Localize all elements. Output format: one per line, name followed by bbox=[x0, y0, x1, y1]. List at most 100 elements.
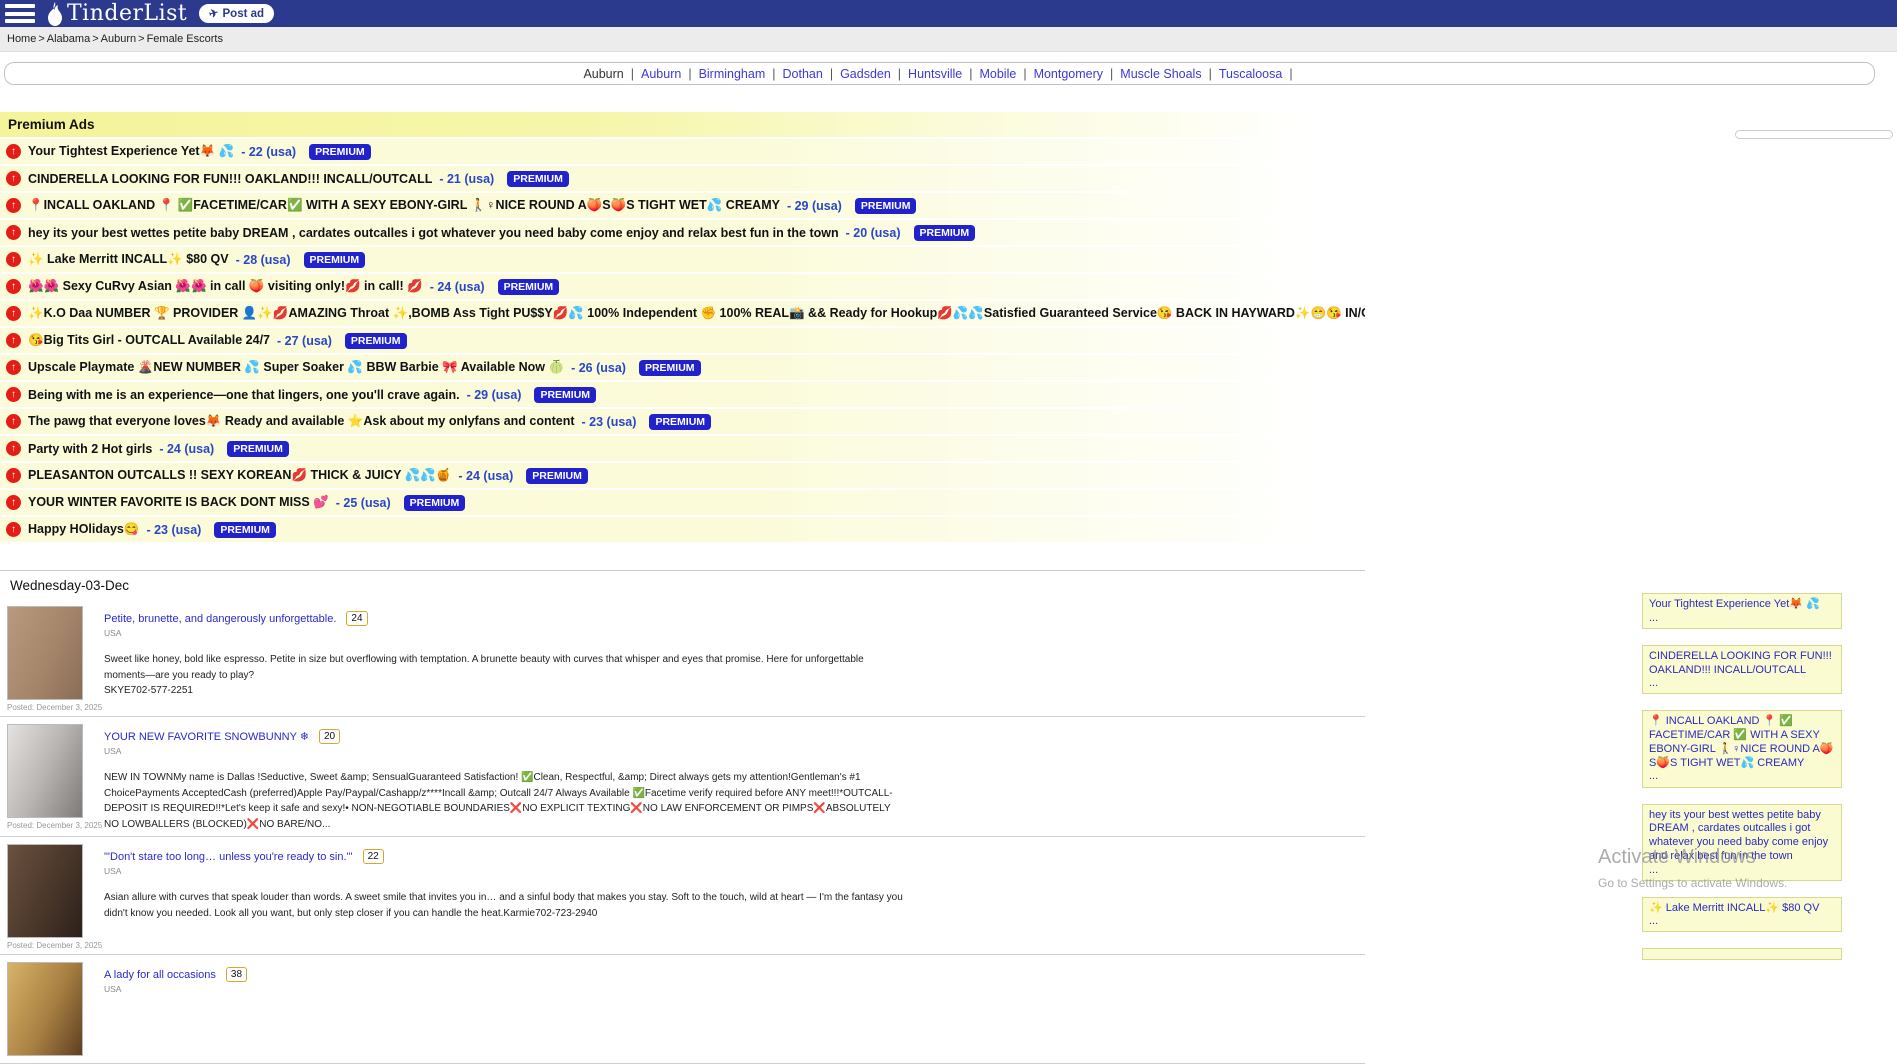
premium-ad-title[interactable]: Happy HOlidays😋 bbox=[28, 522, 139, 537]
premium-ad-row[interactable]: ↑ PLEASANTON OUTCALLS !! SEXY KOREAN💋 TH… bbox=[0, 463, 1365, 488]
breadcrumb: Home > Alabama > Auburn > Female Escorts bbox=[0, 27, 1897, 52]
premium-ad-title[interactable]: 😘Big Tits Girl - OUTCALL Available 24/7 bbox=[28, 333, 270, 348]
premium-ad-title[interactable]: Upscale Playmate 🌋NEW NUMBER 💦 Super Soa… bbox=[28, 360, 564, 375]
sidebar-premium-box[interactable] bbox=[1642, 948, 1842, 960]
listing-title-link[interactable]: YOUR NEW FAVORITE SNOWBUNNY ❄ bbox=[104, 730, 309, 743]
city-link-montgomery[interactable]: Montgomery bbox=[1034, 67, 1103, 81]
premium-ad-row[interactable]: ↑ The pawg that everyone loves🦊 Ready an… bbox=[0, 409, 1365, 434]
premium-ad-meta: - 20 (usa) bbox=[846, 226, 901, 240]
top-navigation-bar: TinderList ✈ Post ad bbox=[0, 0, 1897, 27]
premium-ad-title[interactable]: CINDERELLA LOOKING FOR FUN!!! OAKLAND!!!… bbox=[28, 172, 432, 186]
breadcrumb-city[interactable]: Auburn bbox=[101, 33, 136, 45]
bump-up-icon: ↑ bbox=[6, 414, 21, 429]
city-link-auburn-current[interactable]: Auburn bbox=[583, 67, 623, 81]
premium-ad-row[interactable]: ↑ CINDERELLA LOOKING FOR FUN!!! OAKLAND!… bbox=[0, 166, 1365, 191]
city-separator: | bbox=[1023, 67, 1026, 81]
sidebar-premium-box[interactable]: 📍 INCALL OAKLAND 📍 ✅ FACETIME/CAR ✅ WITH… bbox=[1642, 710, 1842, 787]
premium-ad-meta: - 25 (usa) bbox=[336, 496, 391, 510]
premium-ad-row[interactable]: ↑ 😘Big Tits Girl - OUTCALL Available 24/… bbox=[0, 328, 1365, 353]
listing-thumbnail[interactable] bbox=[7, 724, 83, 818]
premium-badge: PREMIUM bbox=[507, 171, 569, 187]
post-ad-button[interactable]: ✈ Post ad bbox=[199, 4, 274, 23]
horizontal-scrollbar[interactable] bbox=[1735, 130, 1893, 139]
premium-ad-row[interactable]: ↑ Being with me is an experience—one tha… bbox=[0, 382, 1365, 407]
city-navigation-box: Auburn | Auburn | Birmingham | Dothan | … bbox=[4, 62, 1875, 85]
city-link-birmingham[interactable]: Birmingham bbox=[699, 67, 766, 81]
premium-badge: PREMIUM bbox=[498, 279, 560, 295]
sidebar-ad-link[interactable]: Your Tightest Experience Yet🦊 💦 bbox=[1649, 598, 1835, 612]
premium-ad-row[interactable]: ↑ Party with 2 Hot girls - 24 (usa) PREM… bbox=[0, 436, 1365, 461]
bump-up-icon: ↑ bbox=[6, 495, 21, 510]
sidebar-ad-link[interactable]: 📍 INCALL OAKLAND 📍 ✅ FACETIME/CAR ✅ WITH… bbox=[1649, 715, 1835, 770]
breadcrumb-state[interactable]: Alabama bbox=[47, 33, 90, 45]
premium-ad-row[interactable]: ↑ Your Tightest Experience Yet🦊 💦 - 22 (… bbox=[0, 139, 1365, 164]
premium-ad-title[interactable]: Being with me is an experience—one that … bbox=[28, 388, 460, 402]
premium-badge: PREMIUM bbox=[855, 198, 917, 214]
date-header: Wednesday-03-Dec bbox=[0, 570, 1365, 599]
sidebar-premium-box[interactable]: hey its your best wettes petite baby DRE… bbox=[1642, 804, 1842, 881]
breadcrumb-home[interactable]: Home bbox=[7, 33, 36, 45]
premium-ad-row[interactable]: ↑ YOUR WINTER FAVORITE IS BACK DONT MISS… bbox=[0, 490, 1365, 515]
premium-ad-title[interactable]: ✨ Lake Merritt INCALL✨ $80 QV bbox=[28, 252, 229, 267]
sidebar-premium-box[interactable]: CINDERELLA LOOKING FOR FUN!!! OAKLAND!!!… bbox=[1642, 645, 1842, 695]
city-link-dothan[interactable]: Dothan bbox=[783, 67, 823, 81]
premium-ad-title[interactable]: Party with 2 Hot girls bbox=[28, 442, 152, 456]
listing-thumbnail[interactable] bbox=[7, 606, 83, 700]
listing-thumbnail[interactable] bbox=[7, 844, 83, 938]
city-link-mobile[interactable]: Mobile bbox=[979, 67, 1016, 81]
sidebar-ad-link[interactable]: ✨ Lake Merritt INCALL✨ $80 QV bbox=[1649, 902, 1835, 916]
sidebar-ad-link[interactable]: CINDERELLA LOOKING FOR FUN!!! OAKLAND!!!… bbox=[1649, 650, 1835, 678]
age-badge: 24 bbox=[346, 611, 367, 626]
premium-ad-meta: - 21 (usa) bbox=[439, 172, 494, 186]
premium-ad-meta: - 28 (usa) bbox=[236, 253, 291, 267]
breadcrumb-category[interactable]: Female Escorts bbox=[147, 33, 223, 45]
bump-up-icon: ↑ bbox=[6, 522, 21, 537]
age-badge: 20 bbox=[319, 729, 340, 744]
sidebar-ad-ellipsis: ... bbox=[1649, 770, 1835, 782]
bump-up-icon: ↑ bbox=[6, 144, 21, 159]
listing-title-link[interactable]: "'Don't stare too long… unless you're re… bbox=[104, 851, 353, 863]
premium-badge: PREMIUM bbox=[404, 495, 466, 511]
bump-up-icon: ↑ bbox=[6, 441, 21, 456]
daily-listings-section: Wednesday-03-Dec Posted: December 3, 202… bbox=[0, 570, 1365, 1064]
listing-description: Asian allure with curves that speak loud… bbox=[104, 890, 904, 921]
premium-ad-row[interactable]: ↑ ✨K.O Daa NUMBER 🏆 PROVIDER 👤✨💋AMAZING … bbox=[0, 301, 1365, 326]
sidebar-premium-box[interactable]: Your Tightest Experience Yet🦊 💦 ... bbox=[1642, 593, 1842, 629]
premium-ad-title[interactable]: PLEASANTON OUTCALLS !! SEXY KOREAN💋 THIC… bbox=[28, 468, 451, 483]
premium-ad-row[interactable]: ↑ hey its your best wettes petite baby D… bbox=[0, 220, 1365, 245]
bump-up-icon: ↑ bbox=[6, 387, 21, 402]
brand-logo[interactable]: TinderList bbox=[45, 0, 187, 27]
premium-ad-meta: - 24 (usa) bbox=[430, 280, 485, 294]
city-link-muscle-shoals[interactable]: Muscle Shoals bbox=[1120, 67, 1201, 81]
city-link-auburn[interactable]: Auburn bbox=[641, 67, 681, 81]
city-link-huntsville[interactable]: Huntsville bbox=[908, 67, 962, 81]
city-link-gadsden[interactable]: Gadsden bbox=[840, 67, 891, 81]
premium-ad-row[interactable]: ↑ Happy HOlidays😋 - 23 (usa) PREMIUM bbox=[0, 517, 1365, 542]
premium-ad-title[interactable]: YOUR WINTER FAVORITE IS BACK DONT MISS 💕 bbox=[28, 495, 329, 510]
age-badge: 22 bbox=[363, 849, 384, 864]
premium-ad-row[interactable]: ↑ ✨ Lake Merritt INCALL✨ $80 QV - 28 (us… bbox=[0, 247, 1365, 272]
sidebar-premium-box[interactable]: ✨ Lake Merritt INCALL✨ $80 QV ... bbox=[1642, 897, 1842, 933]
premium-ad-title[interactable]: Your Tightest Experience Yet🦊 💦 bbox=[28, 144, 234, 159]
premium-ad-title[interactable]: hey its your best wettes petite baby DRE… bbox=[28, 226, 839, 240]
premium-ad-meta: - 23 (usa) bbox=[582, 415, 637, 429]
premium-ad-meta: - 29 (usa) bbox=[787, 199, 842, 213]
listing-title-link[interactable]: A lady for all occasions bbox=[104, 969, 216, 981]
bump-up-icon: ↑ bbox=[6, 171, 21, 186]
premium-ad-title[interactable]: 📍INCALL OAKLAND 📍 ✅FACETIME/CAR✅ WITH A … bbox=[28, 198, 780, 213]
bump-up-icon: ↑ bbox=[6, 252, 21, 267]
sidebar-ad-link[interactable]: hey its your best wettes petite baby DRE… bbox=[1649, 809, 1835, 864]
premium-ad-row[interactable]: ↑ 📍INCALL OAKLAND 📍 ✅FACETIME/CAR✅ WITH … bbox=[0, 193, 1365, 218]
bump-up-icon: ↑ bbox=[6, 198, 21, 213]
premium-ad-row[interactable]: ↑ 🌺🌺 Sexy CuRvy Asian 🌺🌺 in call 🍑 visit… bbox=[0, 274, 1365, 299]
premium-ad-title[interactable]: 🌺🌺 Sexy CuRvy Asian 🌺🌺 in call 🍑 visitin… bbox=[28, 279, 423, 294]
menu-icon[interactable] bbox=[5, 4, 35, 23]
premium-ad-row[interactable]: ↑ Upscale Playmate 🌋NEW NUMBER 💦 Super S… bbox=[0, 355, 1365, 380]
listing-thumbnail[interactable] bbox=[7, 962, 83, 1056]
city-link-tuscaloosa[interactable]: Tuscaloosa bbox=[1219, 67, 1282, 81]
premium-ad-title[interactable]: ✨K.O Daa NUMBER 🏆 PROVIDER 👤✨💋AMAZING Th… bbox=[28, 306, 1365, 321]
premium-badge: PREMIUM bbox=[534, 387, 596, 403]
premium-ad-title[interactable]: The pawg that everyone loves🦊 Ready and … bbox=[28, 414, 575, 429]
posted-date: Posted: December 3, 2025 bbox=[7, 821, 95, 830]
listing-title-link[interactable]: Petite, brunette, and dangerously unforg… bbox=[104, 613, 336, 625]
